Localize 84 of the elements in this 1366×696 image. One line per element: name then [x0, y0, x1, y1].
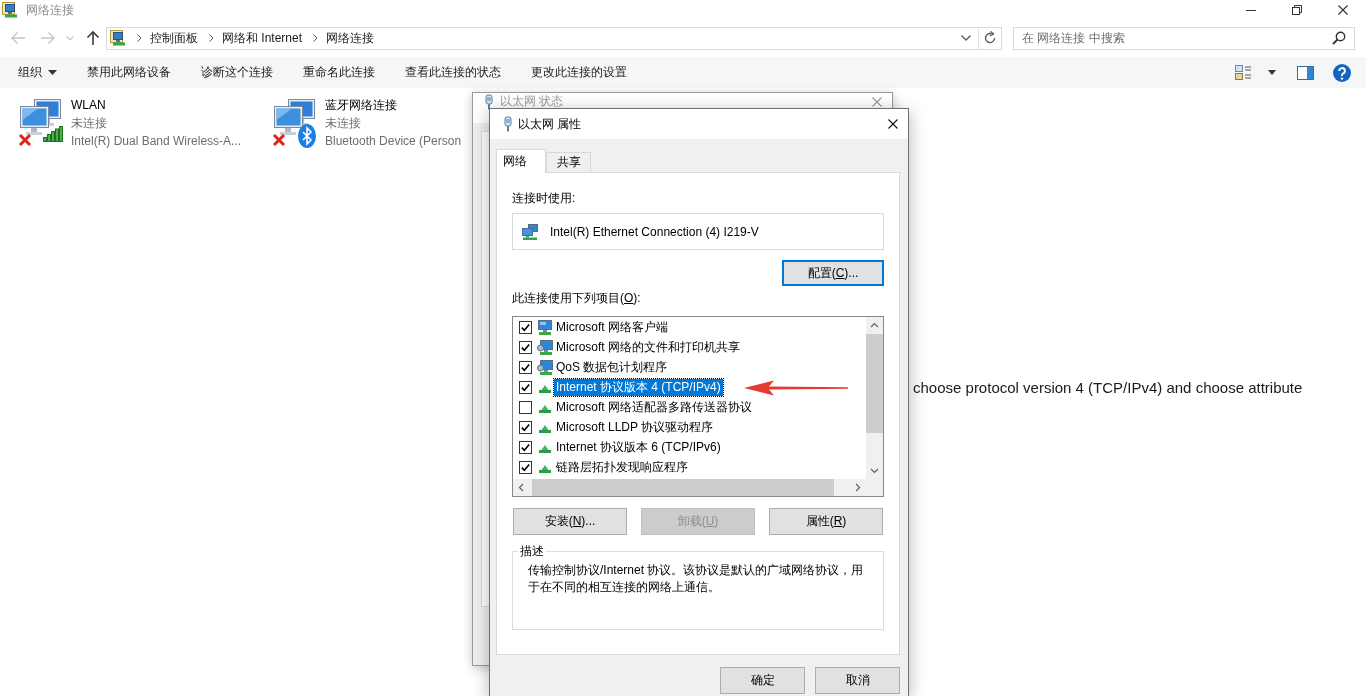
device-name: Bluetooth Device (Person	[325, 133, 462, 150]
breadcrumb-chevron-icon[interactable]	[209, 34, 214, 42]
control-panel-icon	[2, 2, 18, 18]
dropdown-chevron-icon[interactable]	[961, 35, 971, 41]
caret-icon[interactable]	[48, 70, 57, 75]
network-client-icon	[537, 319, 553, 335]
checkbox[interactable]	[519, 400, 532, 414]
network-protocol-icon	[539, 405, 551, 413]
field-label: 此连接使用下列项目(O):	[512, 290, 641, 306]
signal-bars-icon	[43, 126, 64, 142]
networked-computers-icon[interactable]	[272, 98, 316, 136]
plug-icon	[503, 116, 513, 132]
dialog-title: 以太网 属性	[518, 115, 582, 133]
group-label: 描述	[519, 544, 545, 558]
preview-pane-icon[interactable]	[1297, 65, 1314, 80]
checkbox[interactable]	[519, 440, 532, 454]
up-arrow-icon[interactable]	[86, 30, 100, 46]
toolbar-command[interactable]: 重命名此连接	[288, 57, 390, 88]
dialog-title: 以太网 状态	[500, 94, 564, 108]
toolbar-command[interactable]: 诊断这个连接	[186, 57, 288, 88]
restore-icon[interactable]	[1292, 5, 1302, 15]
close-icon[interactable]	[888, 119, 898, 129]
toolbar-command[interactable]: 禁用此网络设备	[72, 57, 186, 88]
checkbox[interactable]	[519, 460, 532, 474]
network-service-icon	[537, 339, 553, 355]
connection-name: WLAN	[71, 97, 107, 114]
toolbar-command[interactable]: 组织	[3, 57, 72, 88]
networked-computers-icon[interactable]	[18, 98, 62, 136]
action-button[interactable]: 安装(N)...	[513, 508, 627, 535]
component-item[interactable]: Microsoft 网络适配器多路传送器协议	[554, 398, 754, 416]
refresh-icon[interactable]	[983, 31, 997, 45]
action-button[interactable]: 属性(R)	[769, 508, 883, 535]
component-item[interactable]: 链路层拓扑发现响应程序	[554, 458, 690, 476]
checkbox[interactable]	[519, 380, 532, 394]
breadcrumb-link[interactable]: 网络连接	[326, 30, 375, 46]
toolbar-command[interactable]: 更改此连接的设置	[516, 57, 642, 88]
component-item[interactable]: Internet 协议版本 4 (TCP/IPv4)	[554, 378, 723, 396]
checkbox[interactable]	[519, 320, 532, 334]
description-text: 传输控制协议/Internet 协议。该协议是默认的广域网络协议，用于在不同的相互连接的网络上通信。	[528, 562, 865, 596]
dialog-button[interactable]: 确定	[720, 667, 805, 694]
component-item[interactable]: Microsoft LLDP 协议驱动程序	[554, 418, 716, 436]
component-item[interactable]: QoS 数据包计划程序	[554, 358, 670, 376]
breadcrumb-link[interactable]: 控制面板	[150, 30, 198, 46]
caret-icon[interactable]	[1268, 70, 1276, 75]
breadcrumb-chevron-icon[interactable]	[137, 34, 142, 42]
components-list[interactable]: Microsoft 网络客户端 Microsoft 网络的文件和打印机共享 QoS 数据包计划程序 Internet 协议版本 4 (TCP/IPv4) Microsoft 网络适配器多路传送器协议 Microsoft LLDP 协议驱动程序 Internet 协议版本 6 (TCP/IPv6) 链路层拓扑发现响应程序	[512, 316, 884, 497]
annotation-text: choose protocol version 4 (TCP/IPv4) and choose attribute	[913, 379, 1303, 397]
connection-name: 蓝牙网络连接	[325, 97, 398, 114]
network-protocol-icon	[539, 425, 551, 433]
network-protocol-icon	[539, 445, 551, 453]
vertical-scrollbar[interactable]	[866, 317, 883, 479]
checkbox[interactable]	[519, 420, 532, 434]
field-label: 连接时使用:	[512, 190, 576, 206]
tab[interactable]: 网络	[496, 149, 546, 173]
checkbox[interactable]	[519, 340, 532, 354]
breadcrumb-link[interactable]: 网络和 Internet	[222, 30, 303, 46]
connection-status: 未连接	[71, 115, 108, 132]
network-protocol-icon	[539, 385, 551, 393]
network-protocol-icon	[539, 465, 551, 473]
view-options-icon[interactable]	[1235, 64, 1251, 81]
dialog-button[interactable]: 取消	[815, 667, 900, 694]
help-icon[interactable]	[1333, 63, 1351, 82]
toolbar-command[interactable]: 查看此连接的状态	[390, 57, 516, 88]
close-icon[interactable]	[1338, 5, 1348, 15]
configure-button[interactable]: 配置(C)...	[782, 260, 884, 286]
plug-icon	[484, 94, 494, 110]
component-item[interactable]: Microsoft 网络的文件和打印机共享	[554, 338, 742, 356]
control-panel-icon	[110, 30, 126, 46]
window-title: 网络连接	[26, 2, 74, 18]
search-icon[interactable]	[1332, 31, 1346, 45]
adapter-name: Intel(R) Ethernet Connection (4) I219-V	[550, 224, 759, 239]
device-name: Intel(R) Dual Band Wireless-A...	[71, 133, 242, 150]
component-item[interactable]: Internet 协议版本 6 (TCP/IPv6)	[554, 438, 723, 456]
breadcrumb-chevron-icon[interactable]	[313, 34, 319, 42]
checkbox[interactable]	[519, 360, 532, 374]
search-field[interactable]: 在 网络连接 中搜索	[1013, 26, 1355, 50]
component-item[interactable]: Microsoft 网络客户端	[554, 318, 670, 336]
network-adapter-icon	[522, 223, 538, 240]
address-bar[interactable]: 控制面板 网络和 Internet 网络连接	[106, 26, 1002, 50]
bluetooth-icon	[298, 124, 316, 148]
scrollbar-thumb[interactable]	[866, 334, 883, 433]
tab[interactable]: 共享	[546, 152, 591, 172]
connection-status: 未连接	[325, 115, 362, 132]
network-service-icon	[537, 359, 553, 375]
